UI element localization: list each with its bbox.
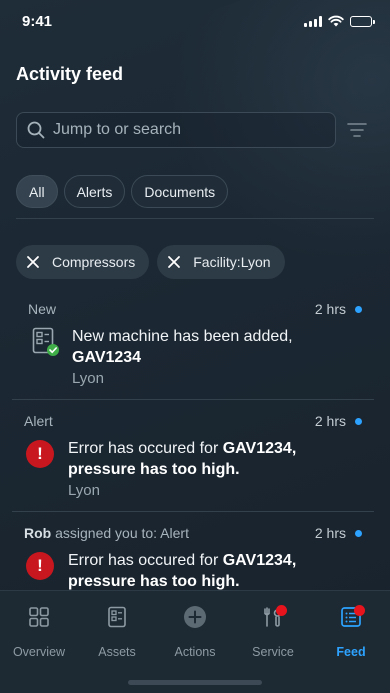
status-time: 9:41: [22, 13, 53, 30]
feed-item[interactable]: New 2 hrs New machine has been added, GA…: [12, 301, 374, 399]
feed-item-message: Error has occured for GAV1234, pressure …: [68, 438, 358, 480]
notification-badge: [354, 605, 365, 616]
feed-item-message: Error has occured for GAV1234, pressure …: [68, 550, 358, 590]
machine-id: GAV1234,: [222, 440, 297, 457]
machine-added-icon: [32, 327, 59, 356]
error-icon: !: [26, 552, 54, 580]
feed-divider: [12, 399, 374, 400]
feed-item-category: assigned you to: Alert: [55, 525, 189, 541]
feed-item-time: 2 hrs: [314, 413, 346, 429]
search-input[interactable]: [53, 121, 313, 139]
nav-item-actions[interactable]: Actions: [156, 591, 234, 671]
notification-badge: [276, 605, 287, 616]
message-detail: pressure has too high.: [68, 461, 240, 478]
error-icon: !: [26, 440, 54, 468]
feed-tabs: All Alerts Documents: [16, 175, 229, 208]
filter-chip-label: Facility:Lyon: [193, 254, 271, 270]
search-icon: [27, 121, 45, 139]
status-bar: 9:41: [0, 0, 390, 44]
nav-item-overview[interactable]: Overview: [0, 591, 78, 671]
home-indicator: [128, 680, 262, 685]
machine-id: GAV1234: [72, 349, 142, 366]
feed-divider: [12, 511, 374, 512]
filter-icon[interactable]: [347, 121, 367, 139]
feed-item-time: 2 hrs: [314, 301, 346, 317]
assets-icon: [108, 606, 126, 628]
close-icon[interactable]: [26, 255, 40, 269]
unread-dot: [355, 306, 362, 313]
machine-id: GAV1234,: [222, 552, 297, 569]
nav-item-assets[interactable]: Assets: [78, 591, 156, 671]
page-title: Activity feed: [16, 64, 124, 84]
nav-item-service[interactable]: Service: [234, 591, 312, 671]
message-text: New machine has been added,: [72, 328, 293, 345]
message-text: Error has occured for: [68, 440, 219, 457]
feed-item-location: Lyon: [68, 482, 100, 499]
cellular-signal-icon: [304, 15, 322, 27]
status-icons: [304, 15, 375, 27]
feed-item[interactable]: Alert 2 hrs ! Error has occured for GAV1…: [12, 413, 374, 511]
feed-item[interactable]: Rob assigned you to: Alert 2 hrs ! Error…: [12, 525, 374, 590]
unread-dot: [355, 418, 362, 425]
app-screen: 9:41 Activity feed All Alerts D: [0, 0, 390, 693]
filter-chip-facility[interactable]: Facility:Lyon: [157, 245, 285, 279]
nav-label: Assets: [98, 645, 136, 659]
grid-icon: [29, 607, 49, 627]
message-detail: pressure has too high.: [68, 573, 240, 590]
battery-icon: [350, 15, 375, 27]
close-icon[interactable]: [167, 255, 181, 269]
nav-label: Service: [252, 645, 294, 659]
bottom-nav: Overview Assets Actions Service Feed: [0, 590, 390, 693]
nav-label: Overview: [12, 645, 66, 659]
tab-all[interactable]: All: [16, 175, 58, 208]
unread-dot: [355, 530, 362, 537]
tab-documents[interactable]: Documents: [131, 175, 229, 208]
tab-alerts[interactable]: Alerts: [63, 175, 126, 208]
feed-item-category: Alert: [24, 413, 53, 429]
search-box[interactable]: [16, 112, 336, 148]
filter-chip-label: Compressors: [52, 254, 136, 270]
feed-item-category: New: [28, 301, 57, 317]
active-filters: Compressors Facility:Lyon: [16, 245, 285, 279]
nav-label: Feed: [336, 645, 366, 659]
feed-item-time: 2 hrs: [314, 525, 346, 541]
assigner-name: Rob: [24, 525, 52, 541]
divider: [16, 218, 374, 219]
nav-label: Actions: [174, 645, 216, 659]
feed-item-message: New machine has been added, GAV1234: [72, 326, 342, 368]
wifi-icon: [328, 15, 344, 27]
feed-item-location: Lyon: [72, 370, 104, 387]
message-text: Error has occured for: [68, 552, 219, 569]
filter-chip-compressors[interactable]: Compressors: [16, 245, 150, 279]
feed-item-header: Rob assigned you to: Alert: [24, 525, 189, 541]
nav-item-feed[interactable]: Feed: [312, 591, 390, 671]
plus-circle-icon: [184, 606, 206, 628]
